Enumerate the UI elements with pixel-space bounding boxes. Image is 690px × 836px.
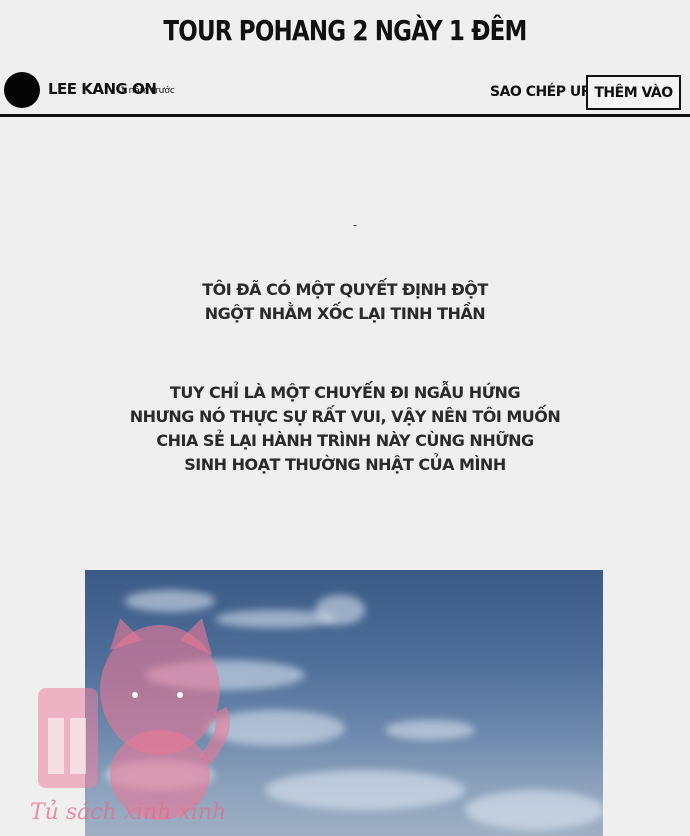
avatar[interactable] [4, 72, 40, 108]
text-line: NGỘT NHẰM XỐC LẠI TINH THẦN [204, 304, 486, 323]
paragraph-intro: TÔI ĐÃ CÓ MỘT QUYẾT ĐỊNH ĐỘT NGỘT NHẰM X… [0, 278, 690, 326]
text-line: NHƯNG NÓ THỰC SỰ RẤT VUI, VẬY NÊN TÔI MU… [129, 407, 561, 426]
post-time: 1 năm trước [120, 86, 175, 96]
add-button[interactable]: THÊM VÀO [586, 75, 681, 110]
copy-url-button[interactable]: SAO CHÉP URL [490, 84, 600, 100]
paragraph-body: TUY CHỈ LÀ MỘT CHUYẾN ĐI NGẪU HỨNG NHƯNG… [0, 381, 690, 477]
text-line: SINH HOẠT THƯỜNG NHẬT CỦA MÌNH [184, 455, 506, 474]
text-line: CHIA SẺ LẠI HÀNH TRÌNH NÀY CÙNG NHỮNG [156, 431, 534, 450]
post-page: TOUR POHANG 2 NGÀY 1 ĐÊM LEE KANG ON 1 n… [0, 0, 690, 836]
separator: - [352, 218, 358, 232]
text-line: TÔI ĐÃ CÓ MỘT QUYẾT ĐỊNH ĐỘT [202, 280, 488, 299]
post-header-bar: LEE KANG ON 1 năm trước SAO CHÉP URL THÊ… [0, 68, 690, 117]
text-line: TUY CHỈ LÀ MỘT CHUYẾN ĐI NGẪU HỨNG [169, 383, 521, 402]
watermark-text: Tủ sách xinh xinh [30, 800, 227, 825]
post-title: TOUR POHANG 2 NGÀY 1 ĐÊM [163, 14, 527, 47]
